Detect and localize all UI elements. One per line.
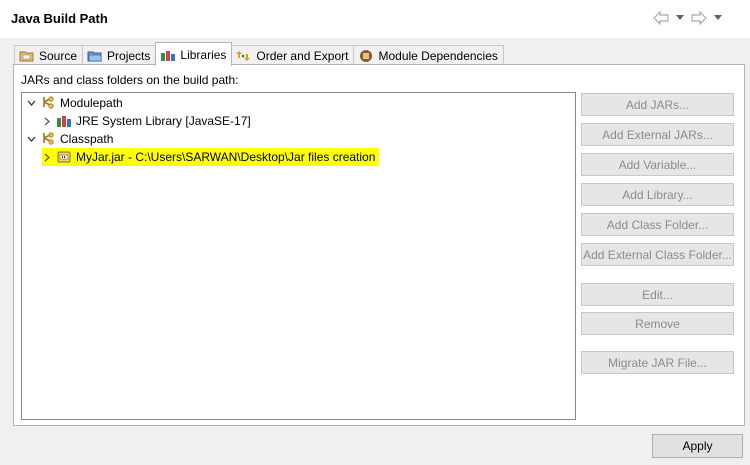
chevron-right-icon[interactable] <box>42 116 52 126</box>
tree-node-label: MyJar.jar - C:\Users\SARWAN\Desktop\Jar … <box>76 150 376 164</box>
tree-node-label: Classpath <box>60 132 114 146</box>
remove-button[interactable]: Remove <box>581 312 734 335</box>
forward-dropdown-button[interactable] <box>714 10 722 26</box>
build-path-label: JARs and class folders on the build path… <box>21 73 239 87</box>
tree-node-label: Modulepath <box>60 96 123 110</box>
tab-projects[interactable]: Projects <box>82 45 157 65</box>
tab-label: Order and Export <box>256 48 349 63</box>
back-dropdown-button[interactable] <box>676 10 684 26</box>
tab-label: Source <box>39 48 78 63</box>
add-external-class-folder-button[interactable]: Add External Class Folder... <box>581 243 734 266</box>
add-variable-button[interactable]: Add Variable... <box>581 153 734 176</box>
classpath-icon <box>40 131 56 147</box>
forward-button[interactable] <box>690 10 708 26</box>
add-jars-button[interactable]: Add JARs... <box>581 93 734 116</box>
jar-icon <box>56 149 72 165</box>
chevron-down-icon <box>714 15 722 20</box>
tab-module-dependencies[interactable]: Module Dependencies <box>353 45 504 65</box>
java-build-path-dialog: Java Build Path Source Projects Librarie… <box>0 0 750 465</box>
tab-order-and-export[interactable]: Order and Export <box>231 45 355 65</box>
edit-button[interactable]: Edit... <box>581 283 734 306</box>
migrate-jar-file-button[interactable]: Migrate JAR File... <box>581 351 734 374</box>
tree-node-label: JRE System Library [JavaSE-17] <box>76 114 251 128</box>
back-button[interactable] <box>652 10 670 26</box>
apply-button[interactable]: Apply <box>652 434 743 458</box>
projects-icon <box>87 48 103 64</box>
tab-bar: Source Projects Libraries Order and Expo… <box>14 42 504 66</box>
chevron-down-icon <box>676 15 684 20</box>
add-library-button[interactable]: Add Library... <box>581 183 734 206</box>
modulepath-icon <box>40 95 56 111</box>
add-external-jars-button[interactable]: Add External JARs... <box>581 123 734 146</box>
tree-node-jre-system-library[interactable]: JRE System Library [JavaSE-17] <box>42 112 251 130</box>
header: Java Build Path <box>0 0 750 38</box>
tree-node-modulepath[interactable]: Modulepath <box>26 94 123 112</box>
navigation-controls <box>652 10 722 26</box>
back-arrow-icon <box>653 11 669 25</box>
libraries-panel: JARs and class folders on the build path… <box>13 64 745 426</box>
chevron-down-icon[interactable] <box>26 134 36 144</box>
libraries-icon <box>160 47 176 63</box>
order-export-icon <box>236 48 252 64</box>
tree-node-myjar[interactable]: MyJar.jar - C:\Users\SARWAN\Desktop\Jar … <box>42 148 380 166</box>
forward-arrow-icon <box>691 11 707 25</box>
tab-label: Libraries <box>180 47 227 62</box>
library-icon <box>56 113 72 129</box>
add-class-folder-button[interactable]: Add Class Folder... <box>581 213 734 236</box>
build-path-tree[interactable]: Modulepath JRE System Library [JavaSE-17… <box>21 92 576 420</box>
source-folder-icon <box>19 48 35 64</box>
chevron-right-icon[interactable] <box>42 152 52 162</box>
page-title: Java Build Path <box>11 11 108 26</box>
tab-label: Module Dependencies <box>378 48 498 63</box>
tab-libraries[interactable]: Libraries <box>155 42 233 66</box>
scrollbar-edge <box>746 38 750 428</box>
tab-source[interactable]: Source <box>14 45 84 65</box>
tab-label: Projects <box>107 48 151 63</box>
module-dependencies-icon <box>358 48 374 64</box>
chevron-down-icon[interactable] <box>26 98 36 108</box>
tree-node-classpath[interactable]: Classpath <box>26 130 113 148</box>
